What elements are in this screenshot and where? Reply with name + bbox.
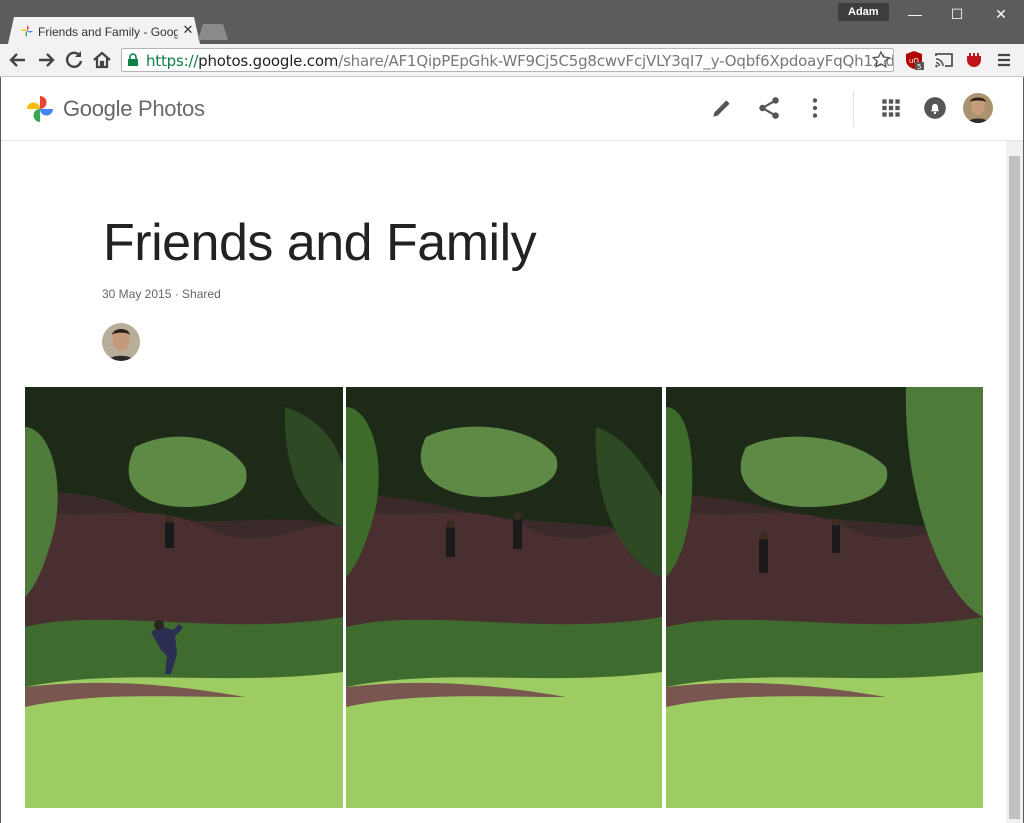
address-bar[interactable]: https://photos.google.com/share/AF1QipPE… (121, 48, 894, 72)
edit-icon[interactable] (709, 95, 735, 121)
album-photo-2[interactable] (346, 387, 662, 808)
notifications-icon[interactable] (922, 95, 948, 121)
album-meta: 30 May 2015 · Shared (102, 287, 221, 301)
header-divider (853, 91, 854, 127)
user-avatar[interactable] (963, 93, 993, 123)
profile-button[interactable]: Adam (838, 3, 889, 21)
browser-tab-active[interactable]: Friends and Family - Goog ✕ (8, 17, 200, 44)
user-avatar-image (963, 93, 993, 123)
apps-grid-icon[interactable] (878, 95, 904, 121)
google-photos-logo-icon[interactable] (26, 95, 54, 123)
app-header: Google Photos (1, 77, 1023, 141)
photo-forest-scene (25, 387, 343, 808)
cast-icon[interactable] (934, 50, 954, 70)
minimize-icon[interactable]: — (900, 4, 930, 24)
home-icon[interactable] (90, 48, 114, 72)
photo-forest-scene (346, 387, 662, 808)
scrollbar-thumb[interactable] (1009, 156, 1020, 819)
pocket-icon[interactable] (964, 50, 984, 70)
forward-icon[interactable] (34, 48, 58, 72)
brand-google: Google (63, 96, 133, 121)
more-vert-icon[interactable] (802, 95, 828, 121)
ublock-icon[interactable]: uO 5 (904, 50, 924, 70)
share-icon[interactable] (756, 95, 782, 121)
url-scheme: https:// (146, 52, 199, 70)
tab-title: Friends and Family - Goog (38, 25, 178, 39)
url-path: /share/AF1QipPEpGhk-WF9Cj5C5g8cwvFcjVLY3… (338, 52, 894, 70)
url-host: photos.google.com (198, 52, 339, 70)
album-photo-3[interactable] (666, 387, 983, 808)
back-icon[interactable] (6, 48, 30, 72)
tab-close-icon[interactable]: ✕ (182, 22, 194, 38)
star-icon[interactable] (871, 50, 891, 70)
album-title: Friends and Family (103, 214, 537, 272)
photo-forest-scene (666, 387, 983, 808)
maximize-icon[interactable]: ☐ (942, 4, 972, 24)
reload-icon[interactable] (62, 48, 86, 72)
album-photo-1[interactable] (25, 387, 343, 808)
brand-product: Photos (137, 96, 205, 121)
owner-avatar[interactable] (102, 323, 140, 361)
page-viewport: Google Photos Friends and Family 30 May … (1, 77, 1023, 823)
extension-badge: 5 (917, 63, 921, 70)
lock-icon (128, 53, 138, 66)
google-photos-wordmark[interactable]: Google Photos (63, 96, 205, 122)
chrome-menu-icon[interactable] (994, 50, 1014, 70)
browser-toolbar: https://photos.google.com/share/AF1QipPE… (0, 44, 1024, 77)
owner-avatar-image (102, 323, 140, 361)
browser-titlebar: Friends and Family - Goog ✕ Adam — ☐ ✕ (0, 0, 1024, 44)
photos-favicon-icon (21, 25, 33, 37)
close-window-icon[interactable]: ✕ (986, 4, 1016, 24)
url-text: https://photos.google.com/share/AF1QipPE… (146, 52, 894, 70)
new-tab-button[interactable] (198, 24, 228, 40)
